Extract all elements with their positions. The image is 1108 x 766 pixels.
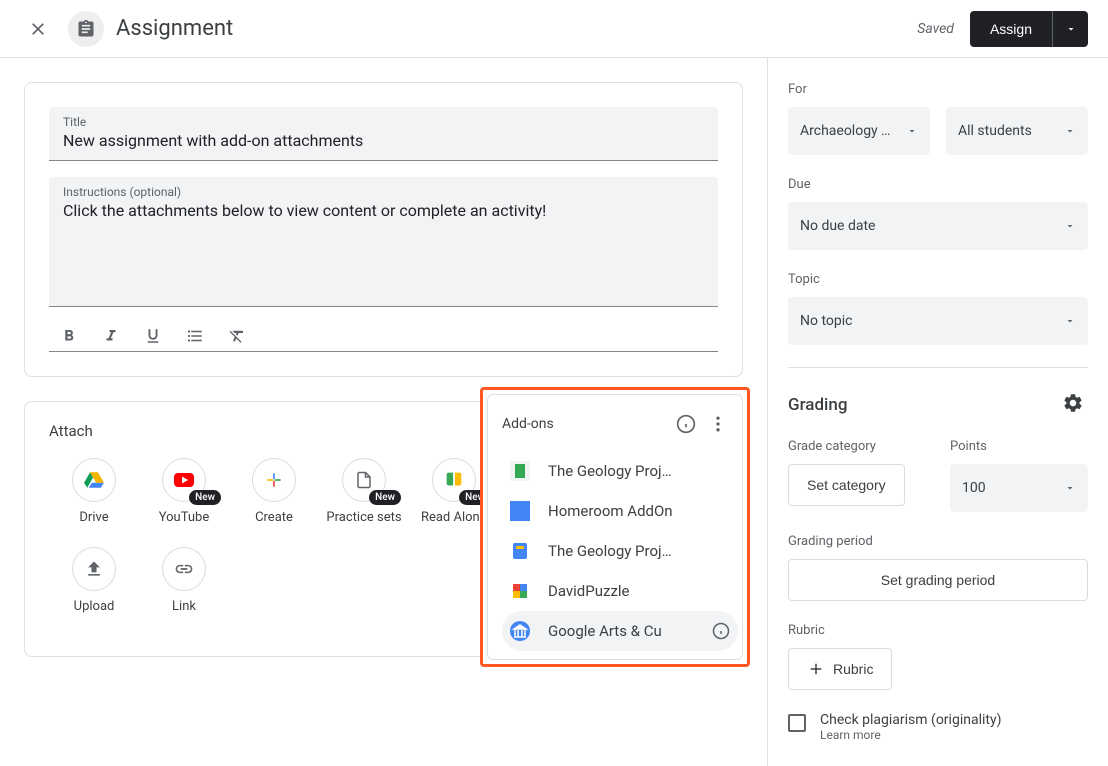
addons-title: Add-ons (502, 416, 674, 432)
plus-icon (807, 660, 825, 678)
gear-icon (1062, 392, 1084, 414)
close-icon (28, 19, 48, 39)
caret-down-icon (1064, 125, 1076, 137)
caret-down-icon (1065, 23, 1077, 35)
instructions-field[interactable]: Instructions (optional) Click the attach… (49, 177, 718, 307)
addon-icon (510, 581, 530, 601)
caret-down-icon (906, 125, 918, 137)
assign-dropdown-button[interactable] (1052, 11, 1088, 47)
title-field[interactable]: Title New assignment with add-on attachm… (49, 107, 718, 161)
attach-drive[interactable]: Drive (49, 458, 139, 527)
plagiarism-label: Check plagiarism (originality) (820, 712, 1001, 728)
youtube-icon (172, 468, 196, 492)
drive-icon (83, 469, 105, 491)
for-label: For (788, 82, 1088, 97)
topic-select[interactable]: No topic (788, 297, 1088, 345)
attach-card: Attach Drive New YouTube Create New (24, 401, 743, 657)
topic-label: Topic (788, 272, 1088, 287)
assignment-details-card: Title New assignment with add-on attachm… (24, 82, 743, 377)
close-button[interactable] (20, 11, 56, 47)
bold-icon (60, 327, 78, 345)
italic-icon (102, 327, 120, 345)
info-icon (676, 414, 696, 434)
topbar: Assignment Saved Assign (0, 0, 1108, 58)
addons-panel: Add-ons The Geology Proj… Homeroom AddOn (480, 387, 750, 667)
addon-item[interactable]: The Geology Proj… (502, 451, 738, 491)
list-button[interactable] (183, 321, 207, 351)
title-label: Title (63, 115, 704, 129)
caret-down-icon (1064, 315, 1076, 327)
addon-item[interactable]: Homeroom AddOn (502, 491, 738, 531)
underline-icon (144, 327, 162, 345)
grade-category-label: Grade category (788, 439, 926, 454)
addon-icon (510, 621, 530, 641)
grading-settings-button[interactable] (1058, 388, 1088, 421)
assignment-type-icon (68, 11, 104, 47)
attach-upload[interactable]: Upload (49, 547, 139, 616)
italic-button[interactable] (99, 321, 123, 351)
attach-youtube[interactable]: New YouTube (139, 458, 229, 527)
instructions-value: Click the attachments below to view cont… (63, 201, 704, 220)
class-select[interactable]: Archaeology … (788, 107, 930, 155)
due-label: Due (788, 177, 1088, 192)
addon-icon (510, 541, 530, 561)
addons-list[interactable]: The Geology Proj… Homeroom AddOn The Geo… (502, 451, 738, 651)
plus-icon (264, 470, 284, 490)
link-icon (174, 559, 194, 579)
rubric-button[interactable]: Rubric (788, 648, 892, 690)
rubric-label: Rubric (788, 623, 1088, 638)
sidebar: For Archaeology … All students Due No du… (768, 58, 1108, 766)
new-badge: New (189, 490, 221, 505)
caret-down-icon (1064, 482, 1076, 494)
underline-button[interactable] (141, 321, 165, 351)
assign-button[interactable]: Assign (970, 11, 1052, 47)
addon-item[interactable]: Google Arts & Cu (502, 611, 738, 651)
set-grading-period-button[interactable]: Set grading period (788, 559, 1088, 601)
list-icon (186, 327, 204, 345)
new-badge: New (369, 490, 401, 505)
addons-more-button[interactable] (706, 409, 730, 439)
plagiarism-checkbox[interactable] (788, 714, 806, 732)
instructions-label: Instructions (optional) (63, 185, 704, 199)
attach-practice-sets[interactable]: New Practice sets (319, 458, 409, 527)
grading-period-label: Grading period (788, 534, 1088, 549)
learn-more-link[interactable]: Learn more (820, 728, 1001, 742)
clear-format-icon (228, 327, 246, 345)
caret-down-icon (1064, 220, 1076, 232)
saved-status: Saved (917, 21, 954, 37)
more-vert-icon (708, 414, 728, 434)
addon-item[interactable]: The Geology Proj… (502, 531, 738, 571)
clipboard-icon (76, 19, 96, 39)
format-toolbar (49, 307, 718, 352)
due-select[interactable]: No due date (788, 202, 1088, 250)
info-icon[interactable] (712, 622, 730, 640)
attach-link[interactable]: Link (139, 547, 229, 616)
students-select[interactable]: All students (946, 107, 1088, 155)
addons-info-button[interactable] (674, 409, 698, 439)
divider (788, 367, 1088, 368)
addon-icon (510, 461, 530, 481)
addon-icon (510, 501, 530, 521)
upload-icon (84, 559, 104, 579)
points-select[interactable]: 100 (950, 464, 1088, 512)
attach-create[interactable]: Create (229, 458, 319, 527)
book-icon (443, 469, 465, 491)
bold-button[interactable] (57, 321, 81, 351)
grading-title: Grading (788, 395, 847, 415)
points-label: Points (950, 439, 1088, 454)
title-value: New assignment with add-on attachments (63, 131, 704, 150)
page-title: Assignment (116, 16, 233, 41)
clear-format-button[interactable] (225, 321, 249, 351)
set-category-button[interactable]: Set category (788, 464, 905, 506)
addon-item[interactable]: DavidPuzzle (502, 571, 738, 611)
document-icon (355, 469, 373, 491)
